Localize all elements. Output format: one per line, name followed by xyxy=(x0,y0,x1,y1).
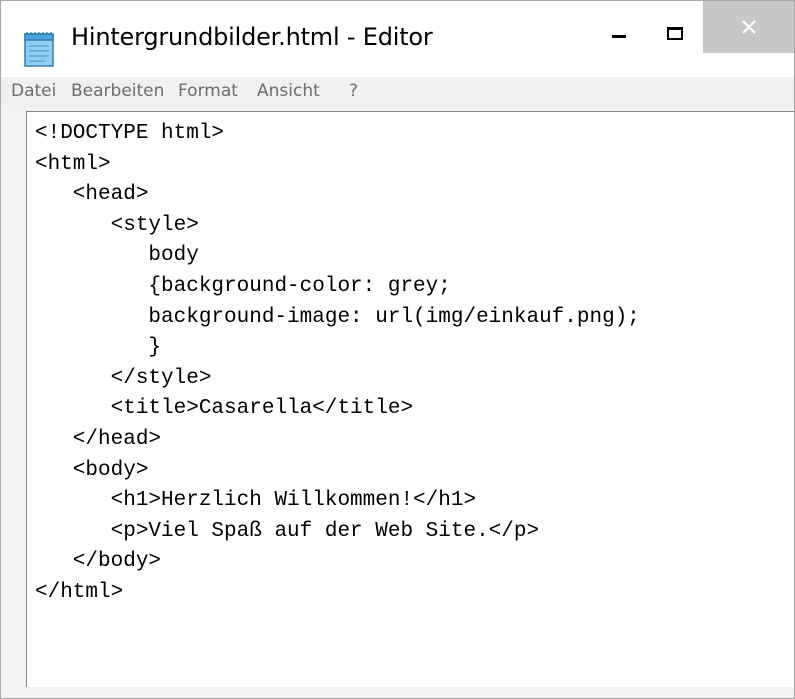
title-bar[interactable]: Hintergrundbilder.html - Editor xyxy=(1,1,794,77)
editor-content[interactable]: <!DOCTYPE html> <html> <head> <style> bod… xyxy=(35,119,640,609)
code-line[interactable]: </body> xyxy=(35,547,640,578)
minimize-button[interactable] xyxy=(591,1,647,53)
code-line[interactable]: background-image: url(img/einkauf.png); xyxy=(35,303,640,334)
editor-window: Hintergrundbilder.html - Editor Datei Be… xyxy=(0,0,795,699)
code-line[interactable]: <html> xyxy=(35,150,640,181)
maximize-button[interactable] xyxy=(647,1,703,53)
minimize-icon xyxy=(612,35,626,38)
code-line[interactable]: <!DOCTYPE html> xyxy=(35,119,640,150)
close-icon xyxy=(703,1,794,53)
code-line[interactable]: </style> xyxy=(35,364,640,395)
menu-item-datei[interactable]: Datei xyxy=(11,81,56,101)
menu-item-bearbeiten[interactable]: Bearbeiten xyxy=(71,81,164,101)
menu-item-format[interactable]: Format xyxy=(178,81,238,101)
menu-item-help[interactable]: ? xyxy=(349,81,358,101)
code-line[interactable]: <head> xyxy=(35,180,640,211)
menu-bar: Datei Bearbeiten Format Ansicht ? xyxy=(1,77,794,107)
code-line[interactable]: <p>Viel Spaß auf der Web Site.</p> xyxy=(35,517,640,548)
text-editor-area[interactable]: <!DOCTYPE html> <html> <head> <style> bod… xyxy=(26,111,794,687)
menu-item-ansicht[interactable]: Ansicht xyxy=(257,81,320,101)
maximize-icon xyxy=(667,27,683,40)
code-line[interactable]: <style> xyxy=(35,211,640,242)
code-line[interactable]: <h1>Herzlich Willkommen!</h1> xyxy=(35,486,640,517)
code-line[interactable]: {background-color: grey; xyxy=(35,272,640,303)
window-title: Hintergrundbilder.html - Editor xyxy=(71,23,433,51)
close-button[interactable] xyxy=(703,1,794,53)
code-line[interactable]: <title>Casarella</title> xyxy=(35,394,640,425)
code-line[interactable]: </html> xyxy=(35,578,640,609)
code-line[interactable]: body xyxy=(35,241,640,272)
code-line[interactable]: <body> xyxy=(35,456,640,487)
notepad-icon[interactable] xyxy=(19,29,59,69)
code-line[interactable]: </head> xyxy=(35,425,640,456)
code-line[interactable]: } xyxy=(35,333,640,364)
